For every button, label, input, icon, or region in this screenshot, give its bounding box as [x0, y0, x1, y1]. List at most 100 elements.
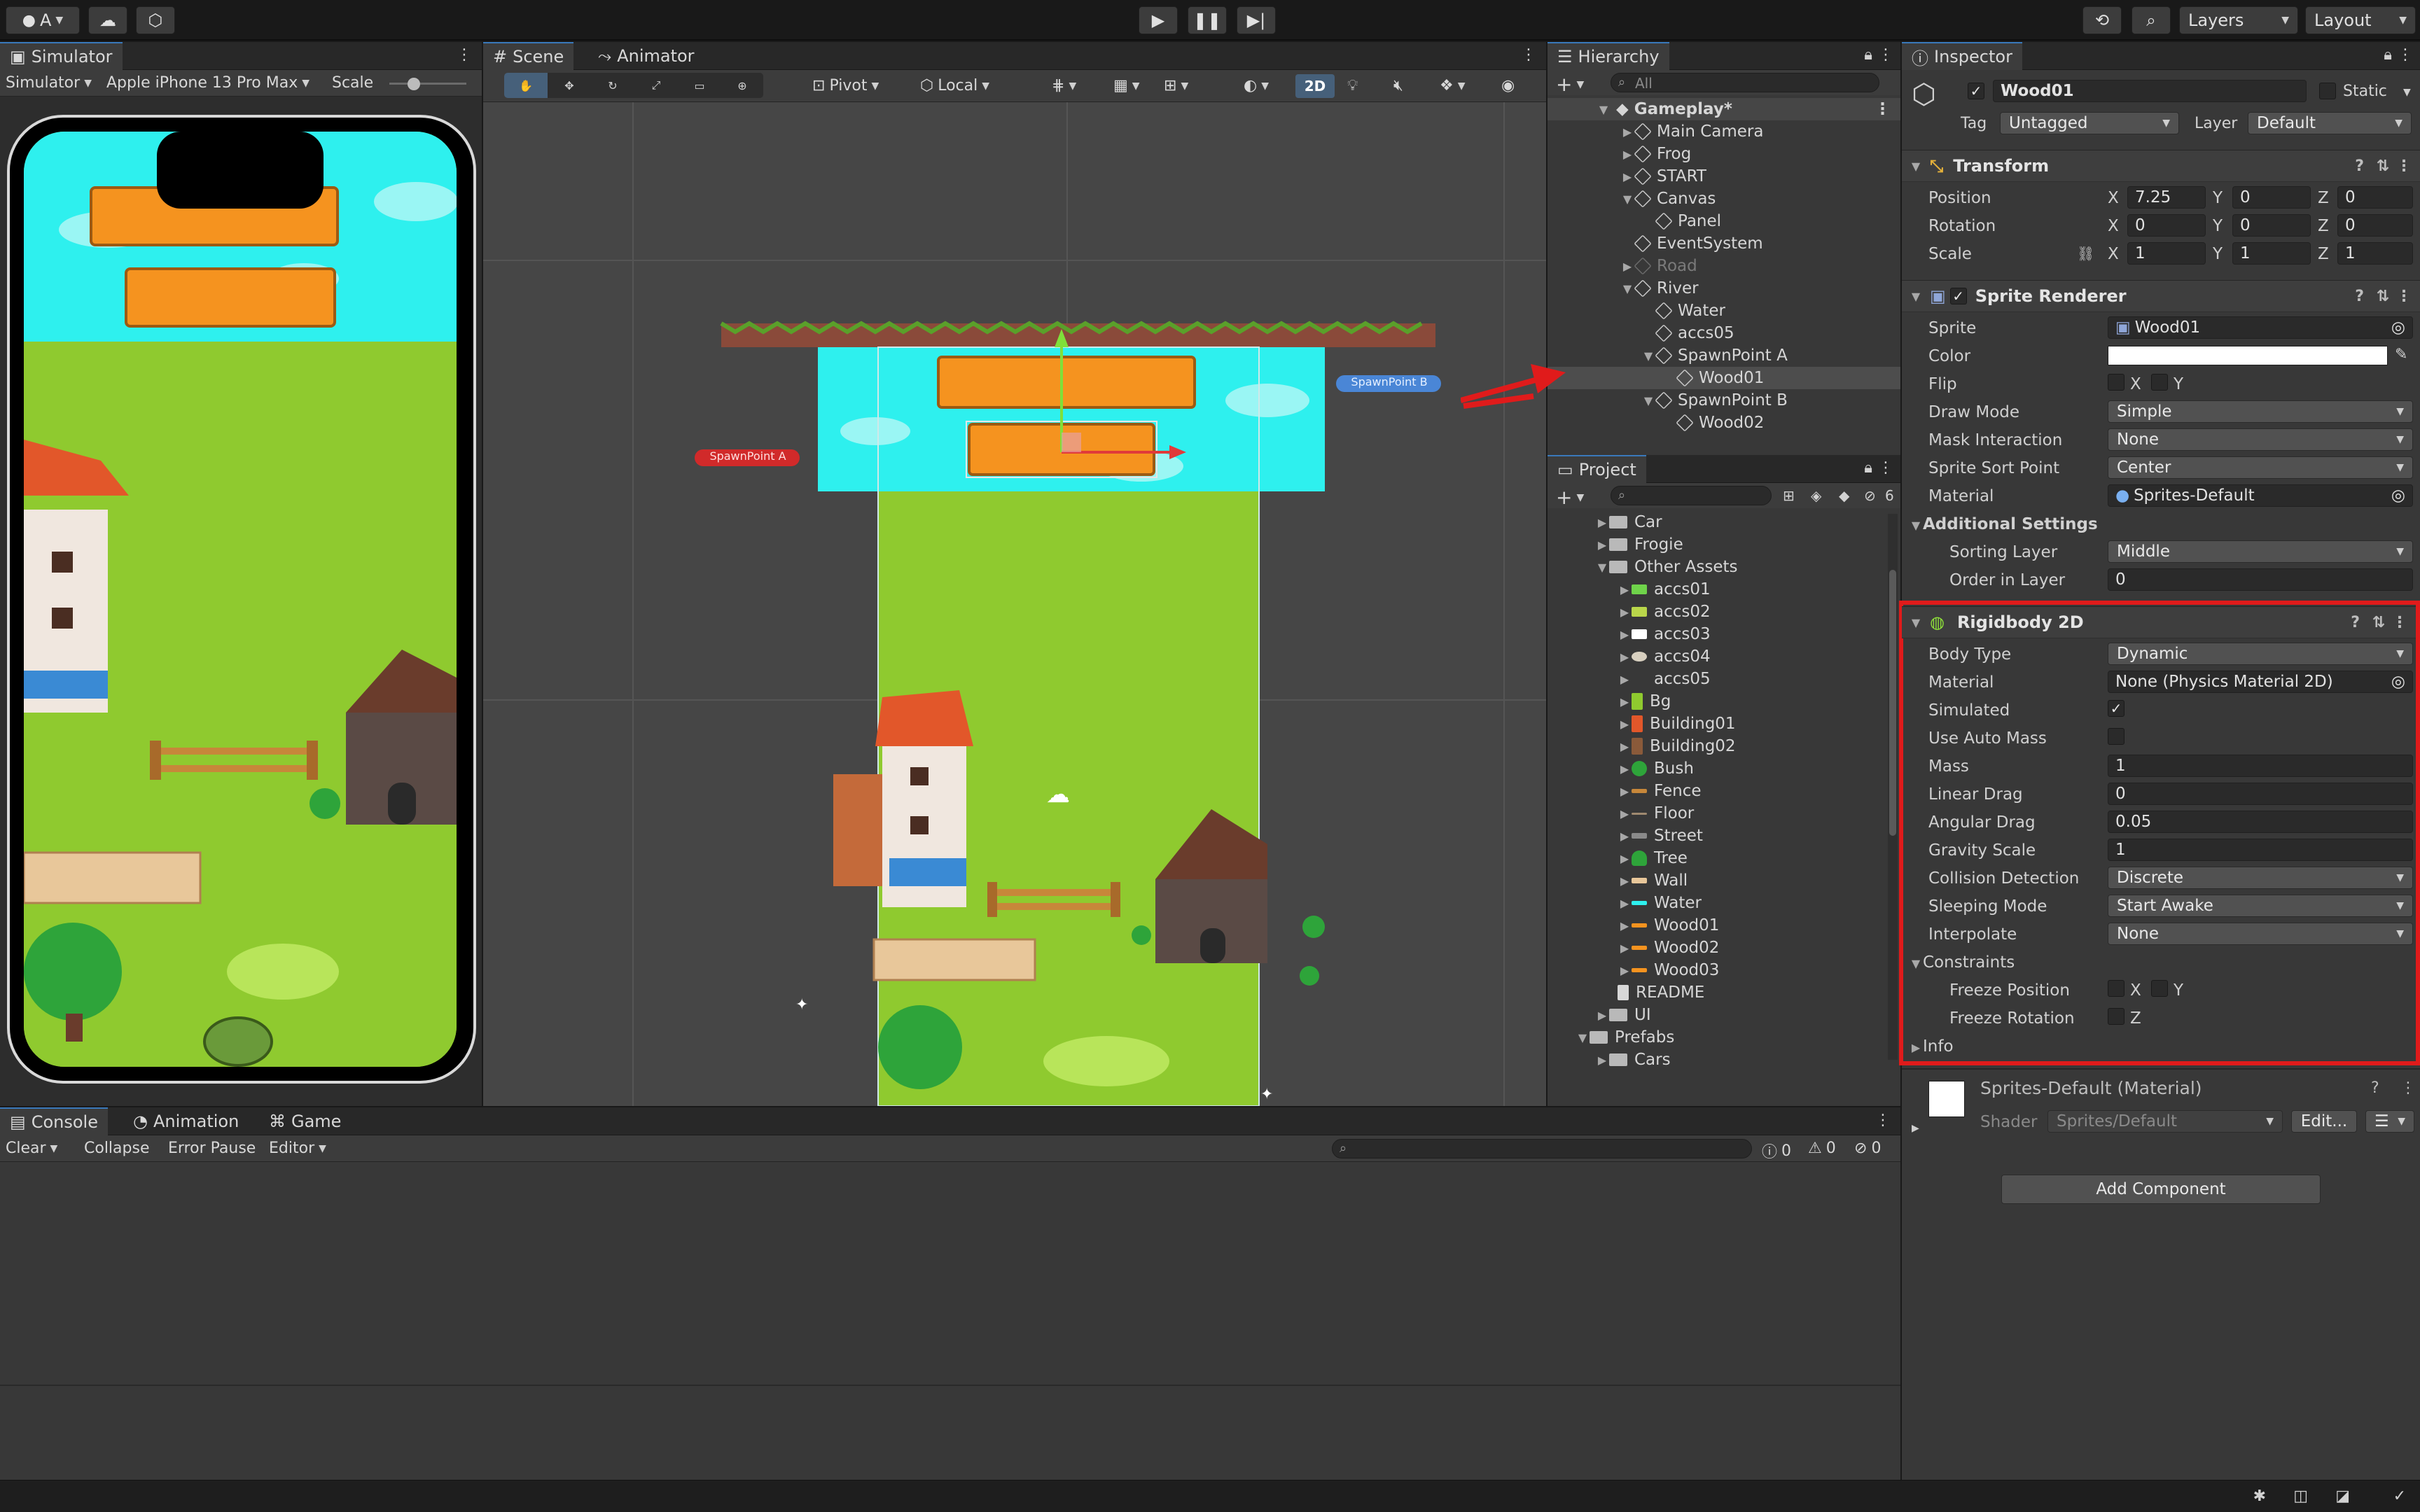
- order-in-layer-field[interactable]: 0: [2108, 568, 2413, 591]
- object-picker-icon[interactable]: ◎: [2391, 486, 2405, 505]
- panel-menu-icon[interactable]: ⋮: [457, 46, 472, 64]
- position-z-field[interactable]: 0: [2337, 186, 2413, 209]
- panel-menu-icon[interactable]: ⋮: [1521, 46, 1536, 64]
- color-swatch[interactable]: [2108, 346, 2388, 365]
- project-item-building01[interactable]: ▶ Building01: [1618, 713, 1736, 735]
- grid-snap-dropdown[interactable]: ⋕ ▼: [1052, 77, 1076, 94]
- device-dropdown[interactable]: Apple iPhone 13 Pro Max ▼: [106, 74, 310, 92]
- bug-icon[interactable]: ✱: [2253, 1488, 2266, 1505]
- tab-project[interactable]: ▭ Project: [1548, 455, 1646, 483]
- create-asset-button[interactable]: + ▼: [1556, 486, 1584, 509]
- scale-tool-icon[interactable]: ⤢: [634, 73, 678, 98]
- tab-scene[interactable]: # Scene: [483, 42, 574, 70]
- scale-y-field[interactable]: 1: [2232, 242, 2311, 265]
- search-by-label-icon[interactable]: ◈: [1811, 487, 1821, 504]
- hierarchy-item-main-camera[interactable]: ▶ Main Camera: [1620, 120, 1764, 143]
- project-item-wood03[interactable]: ▶ Wood03: [1618, 959, 1720, 981]
- collapse-toggle[interactable]: Collapse: [84, 1140, 150, 1157]
- project-scrollbar[interactable]: [1888, 514, 1898, 1060]
- visibility-toggle[interactable]: ◉: [1501, 77, 1515, 94]
- tag-dropdown[interactable]: Untagged ▼: [2000, 112, 2179, 134]
- layers-dropdown[interactable]: Layers ▼: [2179, 6, 2298, 34]
- favorites-icon[interactable]: ◆: [1839, 487, 1849, 504]
- lock-icon[interactable]: 🔒︎: [2384, 46, 2392, 64]
- search-button[interactable]: ⌕: [2132, 6, 2171, 34]
- collision-detection-dropdown[interactable]: Discrete ▼: [2108, 867, 2413, 889]
- panel-menu-icon[interactable]: ⋮: [2398, 46, 2413, 64]
- spawnpoint-a-label[interactable]: SpawnPoint A: [702, 449, 794, 463]
- rigidbody2d-header[interactable]: ▼ ◍ Rigidbody 2D ? ⇅ ⋮: [1902, 606, 2416, 638]
- sleeping-mode-dropdown[interactable]: Start Awake ▼: [2108, 895, 2413, 917]
- scene-viewport[interactable]: ✦ ✦ ☁ SpawnPoint A SpawnPoint B: [483, 102, 1546, 1106]
- layout-dropdown[interactable]: Layout ▼: [2305, 6, 2416, 34]
- linear-drag-field[interactable]: 0: [2108, 783, 2413, 805]
- hierarchy-item-eventsystem[interactable]: EventSystem: [1620, 232, 1763, 255]
- preset-icon[interactable]: ⇅: [2372, 614, 2385, 631]
- object-picker-icon[interactable]: ◎: [2391, 673, 2405, 691]
- warning-filter-toggle[interactable]: ⚠ 0: [1808, 1140, 1836, 1157]
- project-item-accs05[interactable]: ▶ accs05: [1618, 668, 1711, 690]
- account-button[interactable]: ● A ▼: [6, 6, 80, 34]
- position-x-field[interactable]: 7.25: [2127, 186, 2206, 209]
- local-dropdown[interactable]: ⬡ Local ▼: [920, 77, 989, 94]
- scene-menu-icon[interactable]: ⋮: [1875, 100, 1891, 118]
- panel-menu-icon[interactable]: ⋮: [1875, 1112, 1891, 1129]
- mass-field[interactable]: 1: [2108, 755, 2413, 777]
- hierarchy-item-spawnpoint-a[interactable]: ▼ SpawnPoint A: [1641, 344, 1788, 367]
- history-button[interactable]: ⟲: [2082, 6, 2122, 34]
- interpolate-dropdown[interactable]: None ▼: [2108, 923, 2413, 945]
- component-menu-icon[interactable]: ⋮: [2400, 1079, 2416, 1097]
- mask-interaction-dropdown[interactable]: None ▼: [2108, 428, 2413, 451]
- collab-button[interactable]: ⬡: [136, 6, 175, 34]
- project-item-readme[interactable]: README: [1618, 981, 1704, 1004]
- info-foldout[interactable]: ▶ Info: [1909, 1037, 1954, 1056]
- chevron-down-icon[interactable]: ▼: [2403, 87, 2411, 98]
- scale-slider-handle[interactable]: [408, 78, 420, 90]
- lock-icon[interactable]: 🔒︎: [1864, 459, 1872, 477]
- hierarchy-item-panel[interactable]: Panel: [1641, 210, 1721, 232]
- sorting-layer-dropdown[interactable]: Middle ▼: [2108, 540, 2413, 563]
- freeze-position-x-checkbox[interactable]: [2108, 980, 2125, 997]
- static-checkbox[interactable]: [2319, 83, 2336, 99]
- lock-icon[interactable]: 🔒︎: [1864, 46, 1872, 64]
- clear-button[interactable]: Clear ▼: [6, 1140, 57, 1157]
- project-item-cars[interactable]: ▶ Cars: [1595, 1049, 1671, 1071]
- panel-menu-icon[interactable]: ⋮: [1878, 46, 1893, 64]
- panel-menu-icon[interactable]: ⋮: [1878, 459, 1893, 477]
- transform-tool-icon[interactable]: ⊕: [721, 73, 763, 98]
- rotation-x-field[interactable]: 0: [2127, 214, 2206, 237]
- body-type-dropdown[interactable]: Dynamic ▼: [2108, 643, 2413, 665]
- scale-x-field[interactable]: 1: [2127, 242, 2206, 265]
- pivot-dropdown[interactable]: ⊡ Pivot ▼: [812, 77, 879, 94]
- shader-options-dropdown[interactable]: ☰ ▼: [2365, 1110, 2414, 1133]
- project-item-fence[interactable]: ▶ Fence: [1618, 780, 1702, 802]
- play-button[interactable]: ▶: [1139, 6, 1178, 34]
- sprite-field[interactable]: ▣ Wood01 ◎: [2108, 316, 2413, 339]
- project-item-bush[interactable]: ▶ Bush: [1618, 757, 1694, 780]
- object-picker-icon[interactable]: ◎: [2391, 318, 2405, 337]
- increment-snap-dropdown[interactable]: ⊞ ▼: [1164, 77, 1188, 94]
- link-scale-icon[interactable]: ⛓: [2077, 245, 2094, 262]
- tab-animator[interactable]: ⤳ Animator: [588, 42, 704, 70]
- tab-console[interactable]: ▤ Console: [0, 1107, 108, 1135]
- project-item-other-assets[interactable]: ▼ Other Assets: [1595, 556, 1738, 578]
- rotate-tool-icon[interactable]: ↻: [591, 73, 634, 98]
- project-item-accs01[interactable]: ▶ accs01: [1618, 578, 1711, 601]
- help-icon[interactable]: ?: [2371, 1079, 2379, 1097]
- simulator-mode-dropdown[interactable]: Simulator ▼: [6, 74, 92, 92]
- hierarchy-item-wood02[interactable]: Wood02: [1662, 412, 1764, 434]
- material-field[interactable]: ● Sprites-Default ◎: [2108, 484, 2413, 507]
- hierarchy-item-spawnpoint-b[interactable]: ▼ SpawnPoint B: [1641, 389, 1788, 412]
- angular-drag-field[interactable]: 0.05: [2108, 811, 2413, 833]
- progress-icon[interactable]: ◪: [2335, 1488, 2350, 1505]
- hierarchy-item-wood01[interactable]: Wood01: [1548, 367, 1900, 389]
- cache-server-icon[interactable]: ◫: [2293, 1488, 2308, 1505]
- sprite-renderer-header[interactable]: ▼ ▣ ✓ Sprite Renderer ? ⇅ ⋮: [1902, 280, 2420, 312]
- grid-dropdown[interactable]: ▦ ▼: [1113, 77, 1140, 94]
- transform-header[interactable]: ▼ ⤡ Transform ? ⇅ ⋮: [1902, 150, 2420, 182]
- tab-simulator[interactable]: ▣ Simulator: [0, 42, 123, 70]
- move-tool-icon[interactable]: ✥: [548, 73, 591, 98]
- freeze-rotation-z-checkbox[interactable]: [2108, 1008, 2125, 1025]
- hierarchy-item-river[interactable]: ▼ River: [1620, 277, 1699, 300]
- eyedropper-icon[interactable]: ✎: [2395, 346, 2407, 363]
